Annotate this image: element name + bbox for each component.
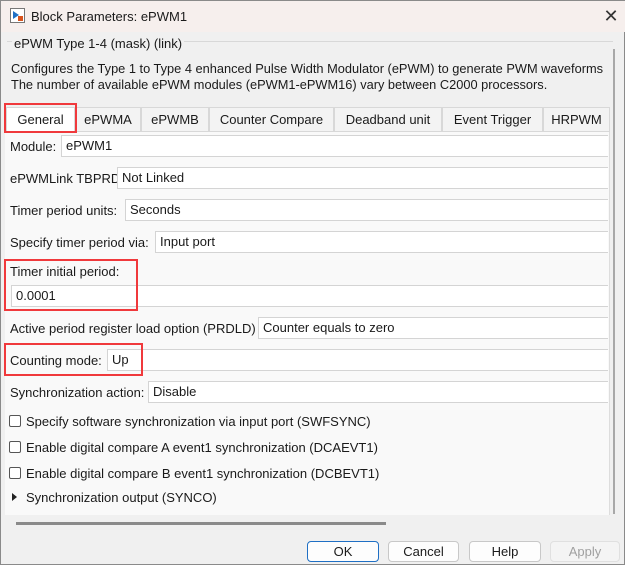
highlight-general-tab [4,103,77,133]
counting-mode-select[interactable]: Up [107,349,608,371]
ok-button[interactable]: OK [307,541,379,562]
swfsync-label: Specify software synchronization via inp… [26,414,371,429]
tab-event-trigger[interactable]: Event Trigger [442,107,543,132]
synco-section-label[interactable]: Synchronization output (SYNCO) [26,490,217,505]
timer-via-select[interactable]: Input port [155,231,608,253]
module-select[interactable]: ePWM1 [61,135,608,157]
tab-hrpwm[interactable]: HRPWM [543,107,610,132]
prdld-select[interactable]: Counter equals to zero [258,317,608,339]
highlight-timer-initial-period [4,259,138,311]
sync-action-label: Synchronization action: [10,385,145,400]
horizontal-scrollbar[interactable] [16,522,386,525]
timer-units-select[interactable]: Seconds [125,199,608,221]
vertical-scrollbar[interactable] [613,49,615,514]
window-title: Block Parameters: ePWM1 [31,9,188,24]
close-icon[interactable]: ✕ [599,4,623,28]
prdld-label: Active period register load option (PRDL… [10,321,256,336]
tab-epwma[interactable]: ePWMA [75,107,141,132]
timer-via-label: Specify timer period via: [10,235,149,250]
help-button[interactable]: Help [469,541,541,562]
simulink-block-icon [10,8,25,23]
apply-button[interactable]: Apply [550,541,620,562]
dcbevt1-checkbox[interactable] [9,467,21,479]
expand-triangle-icon[interactable] [12,493,17,501]
module-label: Module: [10,139,57,154]
epwmlink-select[interactable]: Not Linked [117,167,608,189]
mask-title: ePWM Type 1-4 (mask) (link) [12,36,185,51]
mask-description: The number of available ePWM modules (eP… [11,77,548,92]
epwmlink-label: ePWMLink TBPRD [10,171,121,186]
swfsync-checkbox[interactable] [9,415,21,427]
dcaevt1-checkbox[interactable] [9,441,21,453]
tab-epwmb[interactable]: ePWMB [141,107,209,132]
tab-counter-compare[interactable]: Counter Compare [209,107,334,132]
cancel-button[interactable]: Cancel [388,541,459,562]
sync-action-select[interactable]: Disable [148,381,608,403]
dcbevt1-label: Enable digital compare B event1 synchron… [26,466,380,481]
highlight-counting-mode [4,343,143,376]
mask-description: Configures the Type 1 to Type 4 enhanced… [11,61,604,76]
dcaevt1-label: Enable digital compare A event1 synchron… [26,440,378,455]
tab-deadband-unit[interactable]: Deadband unit [334,107,442,132]
timer-units-label: Timer period units: [10,203,118,218]
